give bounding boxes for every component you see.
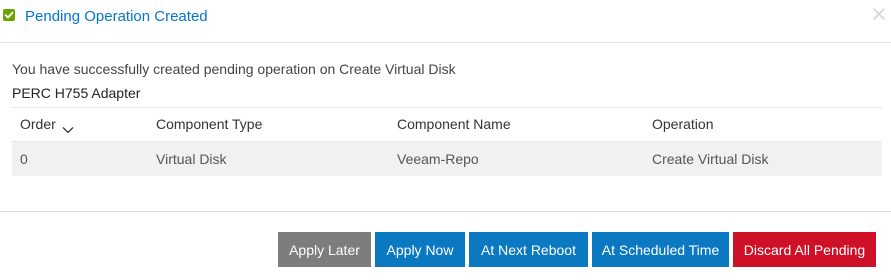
cell-component-name: Veeam-Repo [397,150,479,167]
apply-later-button[interactable]: Apply Later [278,232,371,267]
discard-all-pending-button[interactable]: Discard All Pending [733,232,876,267]
cell-component-type: Virtual Disk [156,150,227,167]
cell-operation: Create Virtual Disk [652,150,769,167]
dialog-title: Pending Operation Created [25,8,208,25]
dialog-header: Pending Operation Created [0,0,891,43]
at-scheduled-time-button[interactable]: At Scheduled Time [592,232,729,267]
column-header-component-type: Component Type [156,116,263,132]
footer-divider [0,211,891,212]
cell-order: 0 [20,150,28,167]
column-header-component-name: Component Name [397,116,511,132]
table-header-row: Order Component Type Component Name Oper… [12,107,882,141]
success-message: You have successfully created pending op… [12,61,456,77]
pending-operations-table: Order Component Type Component Name Oper… [12,107,882,176]
check-icon [3,9,15,21]
table-row: 0 Virtual Disk Veeam-Repo Create Virtual… [12,141,882,176]
column-header-operation: Operation [652,116,714,132]
adapter-name: PERC H755 Adapter [12,85,141,101]
apply-now-button[interactable]: Apply Now [375,232,465,267]
close-icon[interactable] [871,6,887,22]
at-next-reboot-button[interactable]: At Next Reboot [469,232,588,267]
column-header-order[interactable]: Order [20,108,74,141]
chevron-down-icon[interactable] [62,121,74,133]
